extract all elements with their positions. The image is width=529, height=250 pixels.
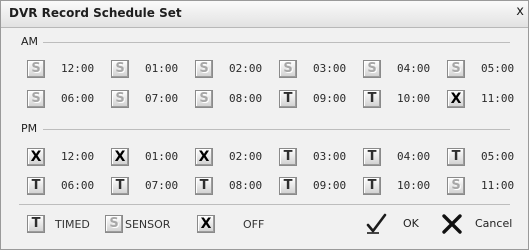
schedule-slot: X 11:00: [447, 89, 529, 111]
timed-mode-toggle[interactable]: T: [363, 177, 381, 195]
cancel-label: Cancel: [475, 217, 513, 230]
slot-time-label: 08:00: [229, 92, 263, 105]
slot-time-label: 06:00: [61, 179, 95, 192]
sensor-mode-toggle[interactable]: S: [195, 60, 213, 78]
timed-mode-toggle[interactable]: T: [363, 90, 381, 108]
am-divider: [43, 42, 510, 43]
sensor-mode-toggle[interactable]: S: [447, 60, 465, 78]
timed-mode-toggle[interactable]: T: [279, 90, 297, 108]
cancel-button[interactable]: Cancel: [441, 213, 525, 237]
slot-time-label: 05:00: [481, 150, 515, 163]
schedule-slot: S 04:00: [363, 59, 447, 81]
sensor-mode-icon: S: [105, 215, 123, 233]
schedule-slot: X 01:00: [111, 147, 195, 169]
timed-mode-toggle[interactable]: T: [195, 177, 213, 195]
slot-time-label: 10:00: [397, 92, 431, 105]
timed-mode-icon: T: [27, 215, 45, 233]
slot-time-label: 12:00: [61, 62, 95, 75]
timed-mode-toggle[interactable]: T: [363, 148, 381, 166]
ok-button[interactable]: OK: [365, 213, 427, 237]
sensor-mode-toggle[interactable]: S: [363, 60, 381, 78]
slot-time-label: 03:00: [313, 62, 347, 75]
slot-time-label: 02:00: [229, 62, 263, 75]
ok-label: OK: [403, 217, 419, 230]
schedule-slot: X 12:00: [27, 147, 111, 169]
pm-divider: [43, 129, 510, 130]
slot-time-label: 01:00: [145, 62, 179, 75]
slot-time-label: 03:00: [313, 150, 347, 163]
timed-mode-toggle[interactable]: T: [111, 177, 129, 195]
off-mode-toggle[interactable]: X: [27, 148, 45, 166]
schedule-slot: S 08:00: [195, 89, 279, 111]
timed-mode-toggle[interactable]: T: [27, 177, 45, 195]
am-section-label: AM: [21, 35, 39, 48]
schedule-dialog: DVR Record Schedule Set x AM S 12:00 S 01:0…: [0, 0, 529, 250]
schedule-slot: X 02:00: [195, 147, 279, 169]
sensor-mode-toggle[interactable]: S: [27, 60, 45, 78]
title-bar: DVR Record Schedule Set x: [1, 1, 528, 28]
schedule-slot: T 10:00: [363, 176, 447, 198]
legend-sensor-label: SENSOR: [125, 218, 171, 231]
slot-time-label: 07:00: [145, 92, 179, 105]
schedule-slot: T 05:00: [447, 147, 529, 169]
schedule-slot: T 09:00: [279, 89, 363, 111]
schedule-slot: S 02:00: [195, 59, 279, 81]
schedule-slot: S 05:00: [447, 59, 529, 81]
slot-time-label: 07:00: [145, 179, 179, 192]
schedule-slot: S 06:00: [27, 89, 111, 111]
slot-time-label: 06:00: [61, 92, 95, 105]
slot-time-label: 11:00: [481, 179, 515, 192]
schedule-slot: S 01:00: [111, 59, 195, 81]
off-mode-toggle[interactable]: X: [111, 148, 129, 166]
schedule-slot: S 07:00: [111, 89, 195, 111]
off-mode-toggle[interactable]: X: [195, 148, 213, 166]
legend-off-label: OFF: [243, 218, 265, 231]
cross-icon: [442, 214, 462, 234]
pm-row-2: T 06:00 T 07:00 T 08:00 T 09:00 T 10:00 S 11:00: [27, 176, 517, 198]
slot-time-label: 05:00: [481, 62, 515, 75]
sensor-mode-toggle[interactable]: S: [195, 90, 213, 108]
slot-time-label: 09:00: [313, 179, 347, 192]
schedule-slot: T 10:00: [363, 89, 447, 111]
legend-timed-label: TIMED: [55, 218, 90, 231]
slot-time-label: 11:00: [481, 92, 515, 105]
footer-divider: [19, 204, 510, 205]
sensor-mode-toggle[interactable]: S: [279, 60, 297, 78]
pm-section-label: PM: [21, 122, 38, 135]
schedule-slot: T 08:00: [195, 176, 279, 198]
schedule-slot: T 03:00: [279, 147, 363, 169]
timed-mode-toggle[interactable]: T: [447, 148, 465, 166]
schedule-slot: T 04:00: [363, 147, 447, 169]
slot-time-label: 08:00: [229, 179, 263, 192]
slot-time-label: 10:00: [397, 179, 431, 192]
window-title: DVR Record Schedule Set: [9, 6, 182, 20]
timed-mode-toggle[interactable]: T: [279, 148, 297, 166]
timed-mode-toggle[interactable]: T: [279, 177, 297, 195]
slot-time-label: 04:00: [397, 150, 431, 163]
sensor-mode-toggle[interactable]: S: [111, 90, 129, 108]
slot-time-label: 01:00: [145, 150, 179, 163]
slot-time-label: 04:00: [397, 62, 431, 75]
pm-row-1: X 12:00 X 01:00 X 02:00 T 03:00 T 04:00 T 05:00: [27, 147, 517, 169]
sensor-mode-toggle[interactable]: S: [27, 90, 45, 108]
schedule-slot: S 03:00: [279, 59, 363, 81]
am-row-2: S 06:00 S 07:00 S 08:00 T 09:00 T 10:00 X 11:00: [27, 89, 517, 111]
schedule-slot: S 11:00: [447, 176, 529, 198]
am-row-1: S 12:00 S 01:00 S 02:00 S 03:00 S 04:00 S 05:00: [27, 59, 517, 81]
schedule-slot: S 12:00: [27, 59, 111, 81]
checkmark-icon: [366, 213, 387, 234]
schedule-slot: T 06:00: [27, 176, 111, 198]
slot-time-label: 09:00: [313, 92, 347, 105]
slot-time-label: 02:00: [229, 150, 263, 163]
schedule-slot: T 09:00: [279, 176, 363, 198]
sensor-mode-toggle[interactable]: S: [111, 60, 129, 78]
off-mode-toggle[interactable]: X: [447, 90, 465, 108]
schedule-slot: T 07:00: [111, 176, 195, 198]
slot-time-label: 12:00: [61, 150, 95, 163]
off-mode-icon: X: [197, 215, 215, 233]
close-button[interactable]: x: [516, 4, 524, 19]
sensor-mode-toggle[interactable]: S: [447, 177, 465, 195]
